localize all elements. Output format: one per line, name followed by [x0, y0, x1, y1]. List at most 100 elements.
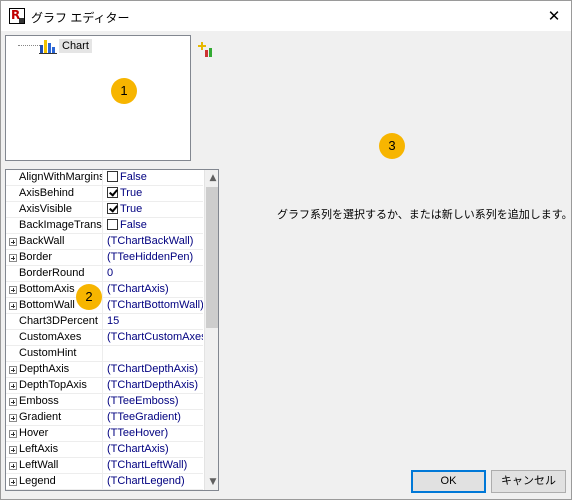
title-bar: R グラフ エディター ✕ — [1, 1, 571, 31]
app-logo-icon: R — [9, 8, 25, 24]
property-value[interactable]: (TChartLegend) — [104, 474, 203, 490]
tree-connector — [18, 45, 40, 46]
property-row[interactable]: Border (TTeeHiddenPen) — [6, 250, 203, 266]
property-name-text: LeftWall — [19, 459, 59, 471]
expand-plus-icon[interactable] — [9, 398, 17, 406]
series-tree[interactable]: Chart — [5, 35, 191, 161]
property-row[interactable]: CustomHint — [6, 346, 203, 362]
property-row[interactable]: BottomAxis (TChartAxis) — [6, 282, 203, 298]
property-name: LeftAxis — [6, 442, 103, 458]
property-name: DepthTopAxis — [6, 378, 103, 394]
checked-checkbox[interactable] — [107, 203, 118, 214]
bar-chart-icon — [39, 38, 57, 54]
property-row[interactable]: DepthTopAxis (TChartDepthAxis) — [6, 378, 203, 394]
add-series-button[interactable] — [197, 41, 215, 59]
expand-plus-icon[interactable] — [9, 382, 17, 390]
property-value[interactable]: (TTeeHover) — [104, 426, 203, 442]
property-row[interactable]: Hover (TTeeHover) — [6, 426, 203, 442]
property-row[interactable]: Gradient (TTeeGradient) — [6, 410, 203, 426]
tree-node-chart[interactable]: Chart — [39, 38, 92, 54]
window-title: グラフ エディター — [31, 11, 130, 25]
cancel-button[interactable]: キャンセル — [491, 470, 566, 493]
add-series-icon — [197, 42, 215, 62]
property-name: CustomHint — [6, 346, 103, 362]
expand-plus-icon[interactable] — [9, 430, 17, 438]
property-value-text: (TTeeEmboss) — [107, 395, 179, 407]
unchecked-checkbox[interactable] — [107, 219, 118, 230]
checked-checkbox[interactable] — [107, 187, 118, 198]
property-value[interactable]: False — [104, 218, 203, 234]
property-value-text: (TTeeGradient) — [107, 411, 181, 423]
property-value-text: True — [120, 187, 143, 199]
property-row[interactable]: BottomWall (TChartBottomWall) — [6, 298, 203, 314]
unchecked-checkbox[interactable] — [107, 171, 118, 182]
property-value[interactable]: 15 — [104, 314, 203, 330]
expand-plus-icon[interactable] — [9, 254, 17, 262]
property-name: LeftWall — [6, 458, 103, 474]
property-row[interactable]: LeftWall (TChartLeftWall) — [6, 458, 203, 474]
expand-plus-icon[interactable] — [9, 446, 17, 454]
expand-plus-icon[interactable] — [9, 366, 17, 374]
property-row[interactable]: AxisVisible True — [6, 202, 203, 218]
property-value[interactable]: (TChartBottomWall) — [104, 298, 203, 314]
property-value[interactable]: (TTeeHiddenPen) — [104, 250, 203, 266]
property-grid[interactable]: AlignWithMargins False AxisBehind True AxisV… — [5, 169, 219, 491]
close-button[interactable]: ✕ — [537, 1, 571, 31]
property-name: BackImageTransp — [6, 218, 103, 234]
property-name: AxisBehind — [6, 186, 103, 202]
property-name: BorderRound — [6, 266, 103, 282]
scroll-down-arrow-icon[interactable]: ▼ — [205, 474, 218, 490]
property-value[interactable]: False — [104, 170, 203, 186]
expand-plus-icon[interactable] — [9, 414, 17, 422]
property-value-text: (TChartLeftWall) — [107, 459, 188, 471]
property-value-text: 15 — [107, 315, 120, 327]
property-value[interactable]: (TChartAxis) — [104, 442, 203, 458]
empty-series-message: グラフ系列を選択するか、または新しい系列を追加します。 — [277, 209, 572, 221]
property-row[interactable]: Legend (TChartLegend) — [6, 474, 203, 490]
expand-plus-icon[interactable] — [9, 462, 17, 470]
property-name-text: CustomAxes — [19, 331, 82, 343]
property-row[interactable]: BackWall (TChartBackWall) — [6, 234, 203, 250]
property-row[interactable]: BorderRound 0 — [6, 266, 203, 282]
property-name: Legend — [6, 474, 103, 490]
property-value[interactable]: (TChartCustomAxes — [104, 330, 203, 346]
property-value-text: (TChartCustomAxes — [107, 331, 203, 343]
expand-plus-icon[interactable] — [9, 478, 17, 486]
property-value-text: (TChartDepthAxis) — [107, 379, 199, 391]
property-row[interactable]: AlignWithMargins False — [6, 170, 203, 186]
property-value[interactable]: (TChartAxis) — [104, 282, 203, 298]
expand-plus-icon[interactable] — [9, 286, 17, 294]
property-value[interactable]: 0 — [104, 266, 203, 282]
property-value[interactable]: (TTeeEmboss) — [104, 394, 203, 410]
property-value[interactable]: (TChartDepthAxis) — [104, 362, 203, 378]
ok-button[interactable]: OK — [411, 470, 486, 493]
property-name: DepthAxis — [6, 362, 103, 378]
tree-node-label: Chart — [59, 39, 92, 53]
property-value[interactable]: (TChartDepthAxis) — [104, 378, 203, 394]
property-row[interactable]: Emboss (TTeeEmboss) — [6, 394, 203, 410]
property-name-text: Legend — [19, 475, 56, 487]
scroll-thumb[interactable] — [206, 187, 218, 328]
property-row[interactable]: CustomAxes (TChartCustomAxes — [6, 330, 203, 346]
property-value[interactable]: True — [104, 186, 203, 202]
property-value[interactable] — [104, 346, 203, 362]
property-value-text: (TChartBackWall) — [107, 235, 194, 247]
property-name: Chart3DPercent — [6, 314, 103, 330]
property-row[interactable]: LeftAxis (TChartAxis) — [6, 442, 203, 458]
property-value[interactable]: (TTeeGradient) — [104, 410, 203, 426]
property-value[interactable]: (TChartBackWall) — [104, 234, 203, 250]
expand-plus-icon[interactable] — [9, 238, 17, 246]
property-name-text: BorderRound — [19, 267, 85, 279]
property-value-text: (TChartDepthAxis) — [107, 363, 199, 375]
property-row[interactable]: BackImageTransp False — [6, 218, 203, 234]
scroll-up-arrow-icon[interactable]: ▲ — [205, 170, 218, 186]
property-value[interactable]: (TChartLeftWall) — [104, 458, 203, 474]
property-row[interactable]: DepthAxis (TChartDepthAxis) — [6, 362, 203, 378]
property-value-text: (TTeeHover) — [107, 427, 169, 439]
property-value[interactable]: True — [104, 202, 203, 218]
property-row[interactable]: Chart3DPercent 15 — [6, 314, 203, 330]
expand-plus-icon[interactable] — [9, 302, 17, 310]
property-name: Border — [6, 250, 103, 266]
property-row[interactable]: AxisBehind True — [6, 186, 203, 202]
property-scrollbar[interactable]: ▲ ▼ — [204, 170, 218, 490]
